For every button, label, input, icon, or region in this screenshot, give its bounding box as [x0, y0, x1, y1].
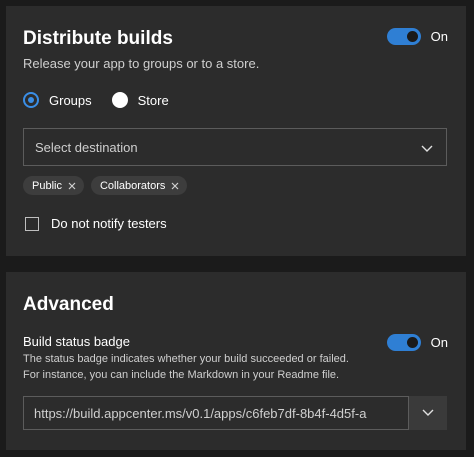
badge-url-text: https://build.appcenter.ms/v0.1/apps/c6f… [34, 405, 367, 421]
distribute-title: Distribute builds [23, 28, 173, 49]
distribute-toggle[interactable] [386, 28, 421, 45]
toggle-knob [406, 31, 418, 42]
close-icon[interactable] [68, 182, 76, 190]
badge-format-dropdown[interactable] [409, 396, 447, 430]
badge-label: Build status badge [23, 334, 130, 349]
chip-collaborators: Collaborators [90, 176, 188, 195]
radio-store-indicator[interactable] [111, 92, 128, 108]
destination-select[interactable]: Select destination [23, 128, 447, 166]
do-not-notify-option[interactable]: Do not notify testers [25, 216, 167, 231]
chip-label: Collaborators [99, 179, 166, 192]
advanced-title: Advanced [23, 294, 114, 315]
advanced-card: Advanced Build status badge On The statu… [6, 272, 466, 450]
radio-groups-indicator[interactable] [23, 92, 39, 108]
chip-public: Public [23, 176, 84, 195]
selected-groups: Public Collaborators [23, 176, 188, 195]
radio-store-label: Store [137, 92, 169, 108]
badge-description: The status badge indicates whether your … [23, 353, 349, 381]
radio-groups-label: Groups [49, 92, 92, 108]
badge-toggle[interactable] [386, 334, 421, 351]
chevron-down-icon [422, 404, 434, 422]
close-icon[interactable] [171, 182, 179, 190]
do-not-notify-checkbox[interactable] [25, 216, 39, 231]
do-not-notify-label: Do not notify testers [51, 216, 167, 231]
toggle-knob [406, 337, 418, 348]
badge-toggle-label: On [430, 335, 448, 350]
destination-type-radios: Groups Store [23, 92, 189, 108]
chip-label: Public [32, 179, 62, 192]
radio-store[interactable]: Store [111, 92, 169, 108]
radio-groups[interactable]: Groups [23, 92, 92, 108]
badge-toggle-group: On [386, 334, 448, 351]
distribute-subtitle: Release your app to groups or to a store… [23, 56, 260, 71]
chevron-down-icon [421, 141, 433, 156]
badge-url-field[interactable]: https://build.appcenter.ms/v0.1/apps/c6f… [23, 396, 409, 430]
distribute-toggle-label: On [430, 29, 448, 44]
distribute-toggle-group: On [386, 28, 448, 45]
distribute-builds-card: Distribute builds On Release your app to… [6, 6, 466, 256]
destination-placeholder: Select destination [35, 139, 138, 155]
